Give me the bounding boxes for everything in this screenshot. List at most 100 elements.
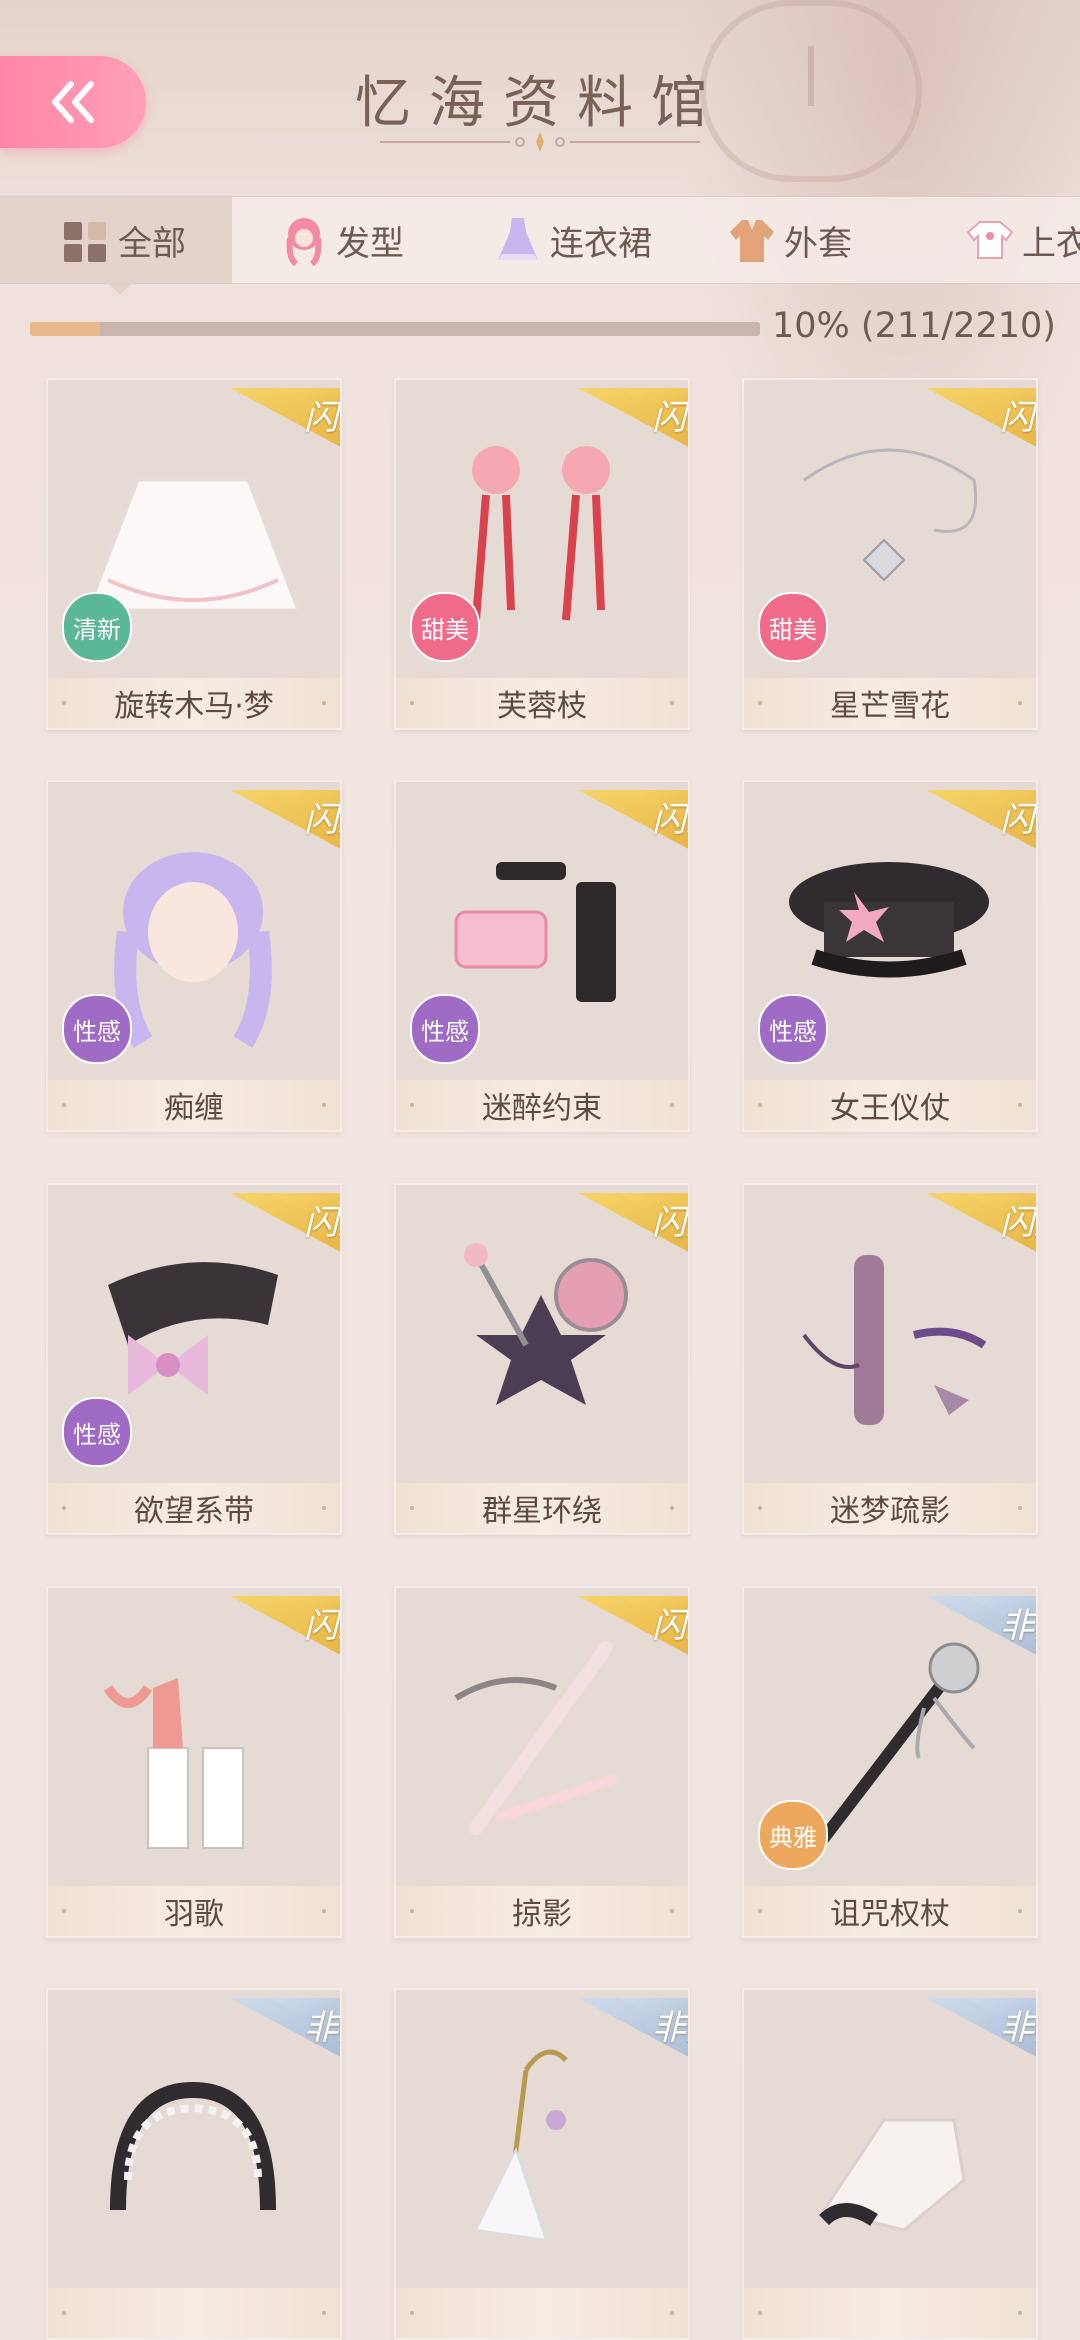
rarity-label: 闪耀 <box>304 800 340 840</box>
dress-icon <box>498 218 538 260</box>
style-badge: 性感 <box>62 994 132 1064</box>
item-name: 痴缠 <box>164 1091 224 1126</box>
item-card[interactable]: 闪耀掠影 <box>394 1586 690 1938</box>
item-name-bar: 旋转木马·梦 <box>48 678 340 728</box>
item-name: 旋转木马·梦 <box>114 689 274 724</box>
progress-text: 10% (211/2210) <box>772 306 1056 346</box>
style-badge: 性感 <box>62 1397 132 1467</box>
rarity-label: 非凡 <box>1000 1606 1036 1646</box>
rarity-ribbon: 闪耀 <box>866 790 1036 849</box>
item-name: 羽歌 <box>164 1897 224 1932</box>
item-card[interactable]: 非凡 <box>394 1988 690 2340</box>
rarity-ribbon: 闪耀 <box>170 1596 340 1655</box>
item-name-bar: 羽歌 <box>48 1886 340 1936</box>
item-card[interactable]: 非凡典雅诅咒权杖 <box>742 1586 1038 1938</box>
item-name: 迷醉约束 <box>482 1091 602 1126</box>
rarity-ribbon: 闪耀 <box>170 790 340 849</box>
item-name-bar: 迷醉约束 <box>396 1080 688 1130</box>
item-name: 女王仪仗 <box>830 1091 950 1126</box>
page-title: 忆海资料馆 <box>355 71 725 136</box>
item-name-bar <box>744 2288 1036 2338</box>
rarity-label: 闪耀 <box>1000 398 1036 438</box>
rarity-ribbon: 非凡 <box>170 1998 340 2057</box>
item-name: 群星环绕 <box>482 1494 602 1529</box>
item-name: 星芒雪花 <box>830 689 950 724</box>
style-badge-label: 典雅 <box>769 1823 817 1852</box>
style-badge-label: 性感 <box>769 1017 817 1046</box>
style-badge-label: 性感 <box>73 1017 121 1046</box>
tab-top[interactable]: 上衣 <box>966 197 1080 283</box>
tab-label: 上衣 <box>1022 223 1080 264</box>
hair-icon <box>286 218 322 266</box>
style-badge: 性感 <box>410 994 480 1064</box>
tab-dress[interactable]: 连衣裙 <box>494 197 652 283</box>
item-card[interactable]: 闪耀迷梦疏影 <box>742 1183 1038 1535</box>
item-card[interactable]: 闪耀性感欲望系带 <box>46 1183 342 1535</box>
tab-label: 连衣裙 <box>550 223 652 264</box>
rarity-label: 非凡 <box>652 2008 688 2048</box>
tab-label: 外套 <box>784 223 852 264</box>
rarity-ribbon: 闪耀 <box>518 388 688 447</box>
item-name-bar: 女王仪仗 <box>744 1080 1036 1130</box>
rarity-label: 非凡 <box>1000 2008 1036 2048</box>
rarity-ribbon: 非凡 <box>866 1998 1036 2057</box>
item-card[interactable]: 非凡 <box>46 1988 342 2340</box>
item-card[interactable]: 非凡 <box>742 1988 1038 2340</box>
style-badge-label: 甜美 <box>769 615 817 644</box>
rarity-ribbon: 闪耀 <box>170 388 340 447</box>
rarity-label: 闪耀 <box>652 1203 688 1243</box>
rarity-ribbon: 闪耀 <box>170 1193 340 1252</box>
tab-all[interactable]: 全部 <box>0 197 232 295</box>
style-badge: 清新 <box>62 592 132 662</box>
title-ornament <box>380 132 700 152</box>
item-card[interactable]: 闪耀清新旋转木马·梦 <box>46 378 342 730</box>
style-badge: 甜美 <box>758 592 828 662</box>
style-badge-label: 甜美 <box>421 615 469 644</box>
rarity-ribbon: 闪耀 <box>518 1193 688 1252</box>
item-card[interactable]: 闪耀群星环绕 <box>394 1183 690 1535</box>
item-card[interactable]: 闪耀性感女王仪仗 <box>742 780 1038 1132</box>
item-card[interactable]: 闪耀甜美星芒雪花 <box>742 378 1038 730</box>
rarity-label: 闪耀 <box>304 1606 340 1646</box>
tab-coat[interactable]: 外套 <box>728 197 852 283</box>
style-badge: 性感 <box>758 994 828 1064</box>
header: 忆海资料馆 <box>0 0 1080 195</box>
rarity-label: 闪耀 <box>304 1203 340 1243</box>
item-name-bar: 群星环绕 <box>396 1483 688 1533</box>
item-name-bar <box>48 2288 340 2338</box>
tab-label: 发型 <box>336 223 404 264</box>
rarity-label: 闪耀 <box>1000 1203 1036 1243</box>
item-name: 掠影 <box>512 1897 572 1932</box>
category-tabs: 全部 发型 连衣裙 外套 上衣 <box>0 196 1080 295</box>
style-badge: 典雅 <box>758 1800 828 1870</box>
item-name-bar: 星芒雪花 <box>744 678 1036 728</box>
item-name-bar: 痴缠 <box>48 1080 340 1130</box>
item-name: 欲望系带 <box>134 1494 254 1529</box>
rarity-ribbon: 闪耀 <box>866 388 1036 447</box>
rarity-label: 闪耀 <box>652 1606 688 1646</box>
rarity-ribbon: 闪耀 <box>866 1193 1036 1252</box>
item-name-bar: 诅咒权杖 <box>744 1886 1036 1936</box>
style-badge-label: 性感 <box>421 1017 469 1046</box>
grid-icon <box>64 222 106 262</box>
item-card[interactable]: 闪耀甜美芙蓉枝 <box>394 378 690 730</box>
rarity-label: 闪耀 <box>1000 800 1036 840</box>
rarity-label: 闪耀 <box>304 398 340 438</box>
style-badge: 甜美 <box>410 592 480 662</box>
rarity-label: 非凡 <box>304 2008 340 2048</box>
progress-track <box>30 322 760 336</box>
item-card[interactable]: 闪耀性感痴缠 <box>46 780 342 1132</box>
style-badge-label: 性感 <box>73 1420 121 1449</box>
item-name-bar: 芙蓉枝 <box>396 678 688 728</box>
top-icon <box>966 221 1014 259</box>
item-card[interactable]: 闪耀性感迷醉约束 <box>394 780 690 1132</box>
rarity-ribbon: 非凡 <box>518 1998 688 2057</box>
style-badge-label: 清新 <box>73 615 121 644</box>
item-name: 芙蓉枝 <box>497 689 587 724</box>
item-card[interactable]: 闪耀羽歌 <box>46 1586 342 1938</box>
item-name: 诅咒权杖 <box>830 1897 950 1932</box>
item-name: 迷梦疏影 <box>830 1494 950 1529</box>
tab-label: 全部 <box>118 223 186 264</box>
tab-hair[interactable]: 发型 <box>280 197 404 283</box>
rarity-label: 闪耀 <box>652 398 688 438</box>
